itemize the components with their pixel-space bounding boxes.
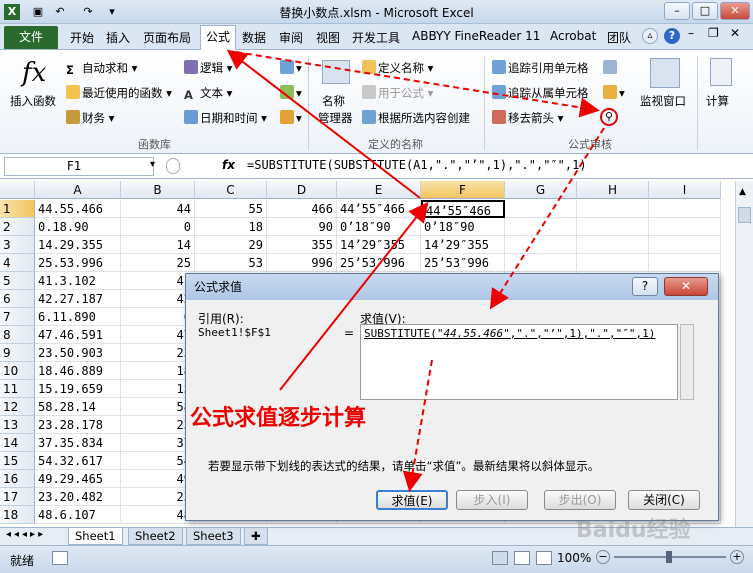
arrow-to-formula-tab	[226, 49, 421, 199]
arrow-to-dialog	[489, 127, 605, 310]
annotation-caption: 公式求值逐步计算	[190, 406, 367, 431]
arrow-to-evaluate-button	[402, 359, 433, 492]
arrow-to-evaluate-icon	[235, 51, 600, 118]
watermark-logo: Baidu经验	[576, 518, 691, 543]
arrow-to-cell-f1	[279, 201, 429, 391]
annotation-arrows	[226, 49, 605, 492]
